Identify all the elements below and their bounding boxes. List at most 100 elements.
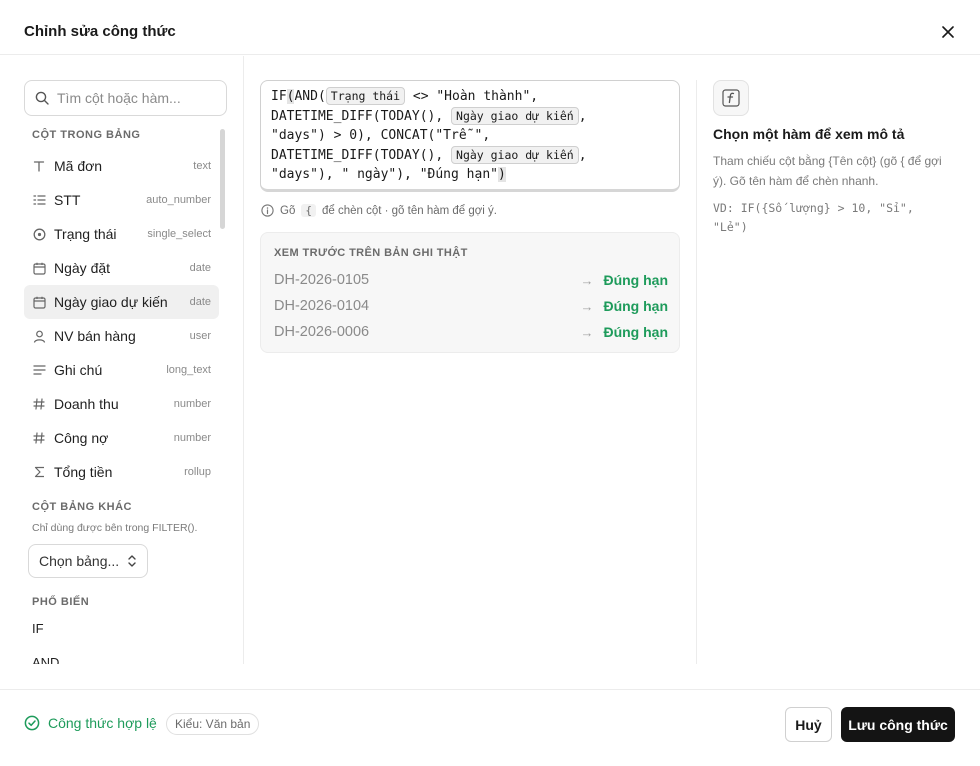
- column-name: Doanh thu: [54, 396, 119, 412]
- search-box[interactable]: [24, 80, 227, 116]
- columns-panel: CỘT TRONG BẢNG Mã đơn text STT auto_numb…: [0, 56, 244, 664]
- dialog-title: Chỉnh sửa công thức: [24, 23, 176, 40]
- column-name: Ngày giao dự kiến: [54, 294, 168, 310]
- column-type: long_text: [166, 364, 211, 376]
- column-name: Công nợ: [54, 430, 109, 446]
- formula-token: <> "Hoàn thành",: [405, 89, 539, 104]
- column-chip-trang-thai[interactable]: Trạng thái: [325, 87, 406, 105]
- formula-line: "days") > 0), CONCAT("Trễ ",: [271, 126, 669, 146]
- column-name: Ngày đặt: [54, 260, 111, 276]
- result-type-badge: Kiểu: Văn bản: [166, 713, 260, 735]
- preview-result: Đúng hạn: [603, 272, 668, 288]
- formula-token: DATETIME_DIFF(TODAY(),: [271, 147, 452, 163]
- column-type: auto_number: [146, 194, 211, 206]
- column-item-nv-ban-hang[interactable]: NV bán hàng user: [24, 319, 219, 353]
- column-type: number: [173, 398, 211, 410]
- column-item-ma-don[interactable]: Mã đơn text: [24, 149, 219, 183]
- arrow-right-icon: →: [580, 324, 594, 340]
- check-circle-icon: [24, 715, 40, 731]
- function-icon: [722, 89, 740, 107]
- hash-icon: [32, 431, 46, 445]
- column-type: number: [173, 432, 211, 444]
- help-description: Tham chiếu cột bằng {Tên cột} (gõ { để g…: [713, 154, 942, 188]
- sigma-icon: [32, 465, 46, 479]
- circle-dot-icon: [32, 227, 46, 241]
- column-list-scrollbar[interactable]: [220, 129, 225, 229]
- formula-token: IF: [271, 89, 287, 104]
- column-item-ngay-giao-du-kien[interactable]: Ngày giao dự kiến date: [24, 285, 219, 319]
- help-example: VD: IF({Số lượng} > 10, "Sỉ", "Lẻ"): [713, 201, 914, 234]
- section-other-tables-label: CỘT BẢNG KHÁC: [32, 501, 132, 513]
- formula-token: ,: [578, 147, 587, 163]
- preview-result: Đúng hạn: [603, 298, 668, 314]
- column-chip-ngay-giao-du-kien[interactable]: Ngày giao dự kiến: [451, 145, 579, 164]
- user-icon: [32, 329, 46, 343]
- column-chip-ngay-giao-du-kien[interactable]: Ngày giao dự kiến: [451, 106, 579, 125]
- other-tables-hint: Chỉ dùng được bên trong FILTER().: [32, 522, 198, 534]
- preview-row: DH-2026-0105 → Đúng hạn: [274, 270, 668, 290]
- column-item-stt[interactable]: STT auto_number: [24, 183, 219, 217]
- validation-status: Công thức hợp lệ: [24, 715, 157, 731]
- function-item-if[interactable]: IF: [32, 621, 44, 636]
- section-common-label: PHỔ BIẾN: [32, 596, 90, 608]
- column-name: NV bán hàng: [54, 328, 136, 344]
- column-item-trang-thai[interactable]: Trạng thái single_select: [24, 217, 219, 251]
- info-icon: [261, 204, 274, 217]
- save-formula-button[interactable]: Lưu công thức: [841, 707, 955, 742]
- editor-hint: Gõ { để chèn cột · gõ tên hàm để gợi ý.: [261, 204, 497, 217]
- cancel-button[interactable]: Huỷ: [785, 707, 832, 742]
- column-name: Tổng tiền: [54, 464, 113, 480]
- function-icon-box: [713, 80, 749, 116]
- column-item-ghi-chu[interactable]: Ghi chú long_text: [24, 353, 219, 387]
- column-type: date: [189, 262, 211, 274]
- text-icon: [32, 159, 46, 173]
- arrow-right-icon: →: [580, 298, 594, 314]
- formula-line: "days"), " ngày"), "Đúng hạn"): [271, 165, 669, 185]
- editor-hint-text-a: Gõ: [280, 204, 296, 217]
- live-preview-panel: XEM TRƯỚC TRÊN BẢN GHI THẬT DH-2026-0105…: [260, 232, 680, 353]
- column-item-ngay-dat[interactable]: Ngày đặt date: [24, 251, 219, 285]
- editor-hint-text-b: để chèn cột · gõ tên hàm để gợi ý.: [321, 204, 498, 217]
- close-icon: [942, 26, 954, 38]
- column-item-tong-tien[interactable]: Tổng tiền rollup: [24, 455, 219, 489]
- column-list: Mã đơn text STT auto_number Trạng thái s…: [24, 149, 219, 489]
- formula-line: IF(AND(Trạng thái <> "Hoàn thành",: [271, 87, 669, 107]
- formula-line: DATETIME_DIFF(TODAY(), Ngày giao dự kiến…: [271, 106, 669, 127]
- formula-editor[interactable]: IF(AND(Trạng thái <> "Hoàn thành", DATET…: [260, 80, 680, 192]
- column-name: Ghi chú: [54, 362, 103, 378]
- validation-text: Công thức hợp lệ: [48, 715, 157, 731]
- preview-row: DH-2026-0006 → Đúng hạn: [274, 322, 668, 342]
- numbered-list-icon: [32, 193, 46, 207]
- dialog-footer: Công thức hợp lệ Kiểu: Văn bản Huỷ Lưu c…: [0, 689, 980, 766]
- formula-token: ,: [578, 108, 587, 124]
- formula-token: DATETIME_DIFF(TODAY(),: [271, 108, 452, 124]
- editor-hint-key: {: [301, 204, 316, 217]
- column-type: rollup: [184, 466, 211, 478]
- chevron-up-down-icon: [128, 555, 136, 567]
- table-select[interactable]: Chọn bảng...: [28, 544, 148, 578]
- close-button[interactable]: [938, 22, 958, 42]
- search-icon: [35, 91, 49, 105]
- column-type: user: [189, 330, 211, 342]
- preview-record-id: DH-2026-0105: [274, 272, 370, 288]
- preview-result: Đúng hạn: [603, 324, 668, 340]
- column-type: date: [189, 296, 211, 308]
- function-item-and[interactable]: AND: [32, 655, 59, 664]
- formula-token: "days") > 0), CONCAT("Trễ ",: [271, 128, 491, 143]
- search-input[interactable]: [57, 90, 217, 106]
- hash-icon: [32, 397, 46, 411]
- calendar-icon: [32, 261, 46, 275]
- column-name: Mã đơn: [54, 158, 103, 174]
- calendar-icon: [32, 295, 46, 309]
- matched-paren: ): [497, 167, 506, 182]
- dialog-header: Chỉnh sửa công thức: [0, 0, 980, 55]
- formula-token: "days"), " ngày"), "Đúng hạn": [271, 167, 498, 182]
- column-item-cong-no[interactable]: Công nợ number: [24, 421, 219, 455]
- lines-icon: [32, 363, 46, 377]
- table-select-value: Chọn bảng...: [39, 553, 120, 569]
- section-columns-label: CỘT TRONG BẢNG: [32, 129, 141, 141]
- column-type: text: [193, 160, 211, 172]
- formula-token: AND(: [294, 89, 326, 104]
- column-item-doanh-thu[interactable]: Doanh thu number: [24, 387, 219, 421]
- formula-line: DATETIME_DIFF(TODAY(), Ngày giao dự kiến…: [271, 145, 669, 166]
